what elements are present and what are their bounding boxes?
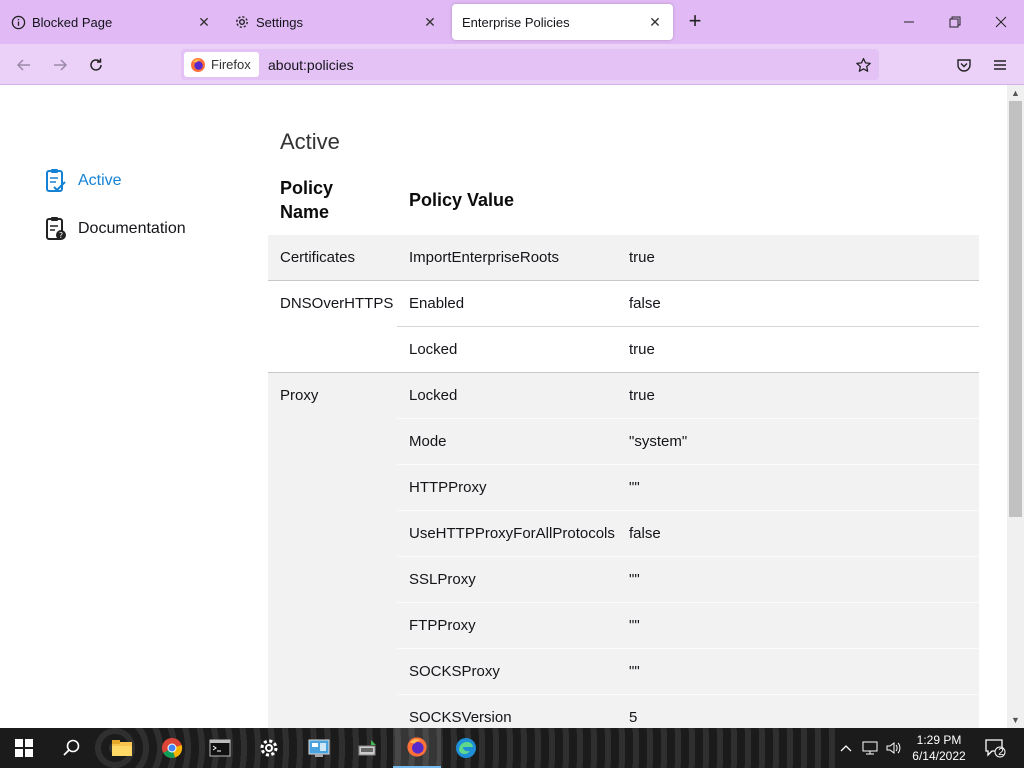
info-icon [10, 14, 26, 30]
policy-key: Locked [409, 387, 458, 404]
url-bar[interactable]: Firefox about:policies [181, 49, 879, 80]
tab-enterprise-policies[interactable]: Enterprise Policies ✕ [452, 4, 673, 40]
tab-label: Settings [256, 14, 303, 30]
row-divider [397, 556, 979, 557]
sidebar-item-documentation[interactable]: ? Documentation [44, 214, 186, 244]
windows-taskbar: 1:29 PM 6/14/2022 2 [0, 728, 1024, 768]
policy-name: Certificates [280, 249, 356, 266]
column-header-policy-name: Policy Name [280, 178, 334, 222]
identity-box[interactable]: Firefox [184, 52, 259, 77]
policy-group-bg [268, 235, 979, 280]
tab-settings[interactable]: Settings ✕ [224, 4, 448, 40]
chrome-icon[interactable] [148, 728, 196, 768]
close-window-button[interactable] [978, 0, 1024, 44]
row-divider [397, 418, 979, 419]
settings-gear-icon[interactable] [245, 728, 293, 768]
policy-value: true [629, 341, 655, 358]
group-divider [268, 280, 979, 281]
tab-label: Enterprise Policies [462, 14, 570, 30]
network-tool-icon[interactable] [344, 728, 392, 768]
close-tab-icon[interactable]: ✕ [420, 12, 440, 32]
row-divider [397, 464, 979, 465]
policy-value: false [629, 295, 661, 312]
reload-button[interactable] [83, 52, 109, 78]
policy-value: "" [629, 617, 640, 634]
page-content: Active ? Documentation Active Policy Nam… [0, 85, 1007, 728]
firefox-icon[interactable] [393, 728, 441, 768]
sidebar-item-active[interactable]: Active [44, 166, 122, 196]
policy-key: ImportEnterpriseRoots [409, 249, 560, 266]
tab-strip: Blocked Page ✕ Settings ✕ Enterprise Pol… [0, 0, 1024, 44]
navigation-toolbar: Firefox about:policies [0, 44, 1024, 85]
vertical-scrollbar[interactable]: ▲ ▼ [1007, 85, 1024, 728]
scroll-up-arrow-icon[interactable]: ▲ [1007, 85, 1024, 101]
clock-date: 6/14/2022 [912, 749, 966, 763]
sidebar-item-label: Active [78, 172, 122, 189]
control-panel-icon[interactable] [295, 728, 343, 768]
policy-key: SOCKSVersion [409, 709, 512, 726]
policy-key: HTTPProxy [409, 479, 487, 496]
tab-label: Blocked Page [32, 14, 113, 30]
policy-value: "" [629, 663, 640, 680]
svg-text:?: ? [59, 231, 63, 240]
policy-key: Enabled [409, 295, 465, 312]
network-icon[interactable] [860, 728, 882, 768]
row-divider [397, 326, 979, 327]
start-icon[interactable] [0, 728, 48, 768]
app-menu-icon[interactable] [987, 52, 1013, 78]
pocket-icon[interactable] [951, 52, 977, 78]
row-divider [397, 602, 979, 603]
clipboard-check-icon [44, 168, 68, 194]
bookmark-star-icon[interactable] [852, 54, 874, 76]
close-tab-icon[interactable]: ✕ [194, 12, 214, 32]
policy-value: "" [629, 479, 640, 496]
forward-button[interactable] [47, 52, 73, 78]
file-explorer-icon[interactable] [98, 728, 146, 768]
close-tab-icon[interactable]: ✕ [645, 12, 665, 32]
edge-icon[interactable] [442, 728, 490, 768]
row-divider [397, 694, 979, 695]
clock-time: 1:29 PM [916, 733, 962, 747]
policy-key: UseHTTPProxyForAllProtocols [409, 525, 615, 542]
policy-key: SOCKSProxy [409, 663, 500, 680]
policy-key: SSLProxy [409, 571, 476, 588]
clipboard-help-icon: ? [44, 216, 68, 242]
scroll-down-arrow-icon[interactable]: ▼ [1007, 712, 1024, 728]
policy-value: true [629, 249, 655, 266]
back-button[interactable] [11, 52, 37, 78]
terminal-icon[interactable] [196, 728, 244, 768]
system-clock[interactable]: 1:29 PM 6/14/2022 [904, 732, 974, 764]
page-title: Active [280, 129, 340, 154]
search-icon[interactable] [48, 728, 96, 768]
firefox-logo-icon [191, 57, 205, 72]
policy-value: "system" [629, 433, 688, 450]
identity-label: Firefox [211, 57, 251, 72]
policy-group-bg [268, 373, 979, 728]
policy-key: FTPProxy [409, 617, 476, 634]
policy-value: "" [629, 571, 640, 588]
policy-key: Locked [409, 341, 458, 358]
row-divider [397, 648, 979, 649]
policy-value: 5 [629, 709, 638, 726]
notification-count-badge: 2 [998, 747, 1004, 758]
new-tab-button[interactable]: + [683, 10, 707, 34]
row-divider [397, 510, 979, 511]
restore-button[interactable] [932, 0, 978, 44]
gear-icon [234, 14, 250, 30]
url-text[interactable]: about:policies [268, 57, 354, 73]
column-header-policy-value: Policy Value [409, 190, 515, 210]
notification-center-icon[interactable]: 2 [980, 728, 1010, 768]
tab-blocked-page[interactable]: Blocked Page ✕ [0, 4, 222, 40]
policy-value: true [629, 387, 655, 404]
policy-name: Proxy [280, 387, 319, 404]
show-hidden-icons-chevron-icon[interactable] [838, 728, 854, 768]
minimize-button[interactable] [886, 0, 932, 44]
policy-name: DNSOverHTTPS [280, 295, 394, 312]
scrollbar-thumb[interactable] [1009, 101, 1022, 517]
volume-icon[interactable] [884, 728, 904, 768]
policy-value: false [629, 525, 661, 542]
policy-key: Mode [409, 433, 447, 450]
sidebar-item-label: Documentation [78, 220, 186, 237]
